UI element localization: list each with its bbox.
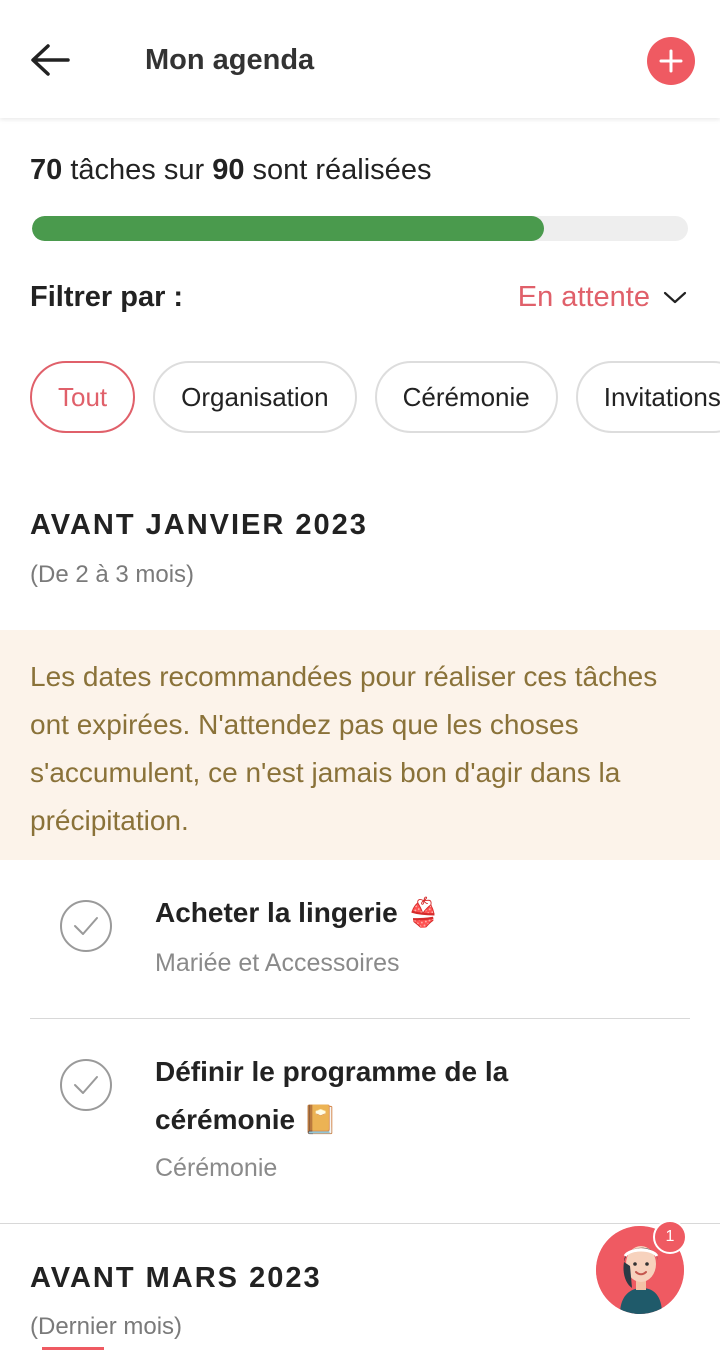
section-subtitle: (Dernier mois) xyxy=(30,1313,183,1340)
progress-summary: 70 tâches sur 90 sont réalisées xyxy=(30,150,431,190)
back-button[interactable] xyxy=(28,40,72,80)
task-title-line-1: Définir le programme de la xyxy=(155,1056,509,1087)
expired-warning: Les dates recommandées pour réaliser ces… xyxy=(0,630,720,860)
checkmark-icon xyxy=(74,1076,98,1094)
task-item[interactable]: Acheter la lingerie 👙 Mariée et Accessoi… xyxy=(0,870,720,1018)
filter-label: Filtrer par : xyxy=(30,281,184,313)
filter-value: En attente xyxy=(517,281,650,313)
divider xyxy=(0,1223,720,1224)
progress-text-end: sont réalisées xyxy=(252,154,432,186)
chip-organisation[interactable]: Organisation xyxy=(153,361,357,433)
category-chips: Tout Organisation Cérémonie Invitations xyxy=(30,361,720,435)
plus-icon xyxy=(659,49,683,73)
task-title-line-2: cérémonie 📔 xyxy=(155,1104,338,1135)
task-checkbox[interactable] xyxy=(60,900,112,952)
task-title: Acheter la lingerie 👙 xyxy=(155,897,441,928)
page-title: Mon agenda xyxy=(145,44,315,76)
progress-bar xyxy=(32,216,688,241)
chip-ceremonie[interactable]: Cérémonie xyxy=(374,361,558,433)
checkmark-icon xyxy=(74,917,98,935)
add-task-button[interactable] xyxy=(647,37,695,85)
filter-dropdown[interactable]: En attente xyxy=(518,277,688,317)
chip-invitations[interactable]: Invitations xyxy=(575,361,720,433)
arrow-left-icon xyxy=(31,44,70,76)
progress-total-count: 90 xyxy=(212,154,245,186)
task-category: Cérémonie xyxy=(155,1154,278,1182)
task-category: Mariée et Accessoires xyxy=(155,949,400,977)
task-item[interactable]: Définir le programme de la cérémonie 📔 C… xyxy=(0,1019,720,1223)
section-subtitle: (De 2 à 3 mois) xyxy=(30,561,195,588)
progress-done-count: 70 xyxy=(30,154,63,186)
chevron-down-icon xyxy=(663,291,687,304)
notification-badge: 1 xyxy=(653,1220,687,1254)
task-checkbox[interactable] xyxy=(60,1059,112,1111)
section-title: AVANT MARS 2023 xyxy=(30,1262,322,1294)
top-bar: Mon agenda xyxy=(0,0,720,118)
section-title: AVANT JANVIER 2023 xyxy=(30,509,368,541)
progress-bar-fill xyxy=(32,216,544,241)
progress-text-middle: tâches sur xyxy=(70,154,205,186)
chip-tout[interactable]: Tout xyxy=(30,361,136,433)
